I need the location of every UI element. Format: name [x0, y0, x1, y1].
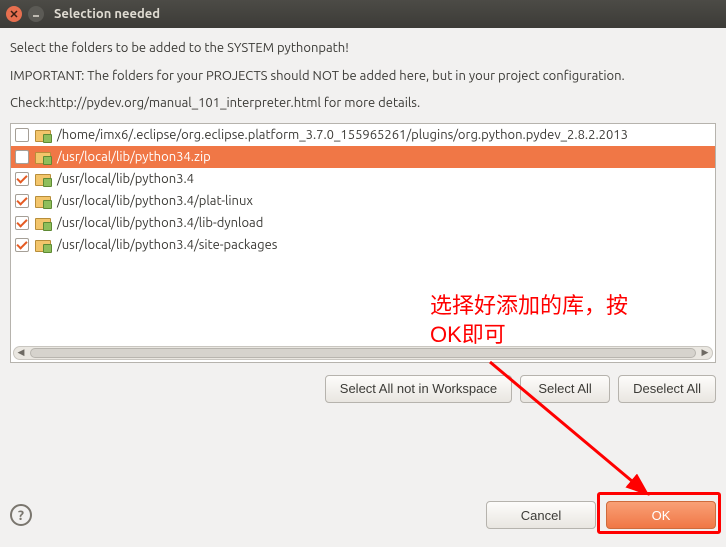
list-item[interactable]: /usr/local/lib/python34.zip	[11, 146, 715, 168]
ok-button[interactable]: OK	[606, 501, 716, 529]
list-item-path: /usr/local/lib/python34.zip	[57, 150, 211, 164]
list-item[interactable]: /home/imx6/.eclipse/org.eclipse.platform…	[11, 124, 715, 146]
checkbox[interactable]	[15, 172, 29, 186]
list-item[interactable]: /usr/local/lib/python3.4/lib-dynload	[11, 212, 715, 234]
window-title: Selection needed	[54, 7, 160, 21]
folder-icon	[35, 150, 51, 164]
help-icon[interactable]: ?	[10, 504, 32, 526]
instruction-line-1: Select the folders to be added to the SY…	[10, 40, 716, 58]
instruction-line-3: Check:http://pydev.org/manual_101_interp…	[10, 95, 716, 113]
checkbox[interactable]	[15, 150, 29, 164]
list-item-path: /usr/local/lib/python3.4	[57, 172, 194, 186]
dialog-content: Select the folders to be added to the SY…	[0, 28, 726, 413]
minimize-icon	[32, 10, 40, 18]
select-all-button[interactable]: Select All	[520, 375, 610, 403]
list-item[interactable]: /usr/local/lib/python3.4/plat-linux	[11, 190, 715, 212]
folder-icon	[35, 194, 51, 208]
list-item[interactable]: /usr/local/lib/python3.4	[11, 168, 715, 190]
horizontal-scrollbar[interactable]: ◀ ▶	[13, 346, 713, 360]
cancel-button[interactable]: Cancel	[486, 501, 596, 529]
deselect-all-button[interactable]: Deselect All	[618, 375, 716, 403]
checkbox[interactable]	[15, 238, 29, 252]
select-all-not-in-workspace-button[interactable]: Select All not in Workspace	[325, 375, 512, 403]
selection-button-row: Select All not in Workspace Select All D…	[10, 375, 716, 403]
folder-icon	[35, 172, 51, 186]
folder-icon	[35, 238, 51, 252]
list-item-path: /usr/local/lib/python3.4/site-packages	[57, 238, 277, 252]
window-minimize-button[interactable]	[28, 6, 44, 22]
folder-list[interactable]: /home/imx6/.eclipse/org.eclipse.platform…	[10, 123, 716, 363]
window-titlebar: Selection needed	[0, 0, 726, 28]
list-item[interactable]: /usr/local/lib/python3.4/site-packages	[11, 234, 715, 256]
checkbox[interactable]	[15, 128, 29, 142]
list-item-path: /home/imx6/.eclipse/org.eclipse.platform…	[57, 128, 628, 142]
close-icon	[10, 10, 18, 18]
checkbox[interactable]	[15, 194, 29, 208]
instruction-line-2: IMPORTANT: The folders for your PROJECTS…	[10, 68, 716, 86]
list-item-path: /usr/local/lib/python3.4/plat-linux	[57, 194, 253, 208]
scroll-left-icon[interactable]: ◀	[14, 347, 28, 358]
scrollbar-thumb[interactable]	[30, 348, 696, 358]
scroll-right-icon[interactable]: ▶	[698, 347, 712, 358]
dialog-bottom-bar: ? Cancel OK	[10, 501, 716, 529]
checkbox[interactable]	[15, 216, 29, 230]
folder-icon	[35, 128, 51, 142]
window-close-button[interactable]	[6, 6, 22, 22]
list-item-path: /usr/local/lib/python3.4/lib-dynload	[57, 216, 263, 230]
folder-icon	[35, 216, 51, 230]
